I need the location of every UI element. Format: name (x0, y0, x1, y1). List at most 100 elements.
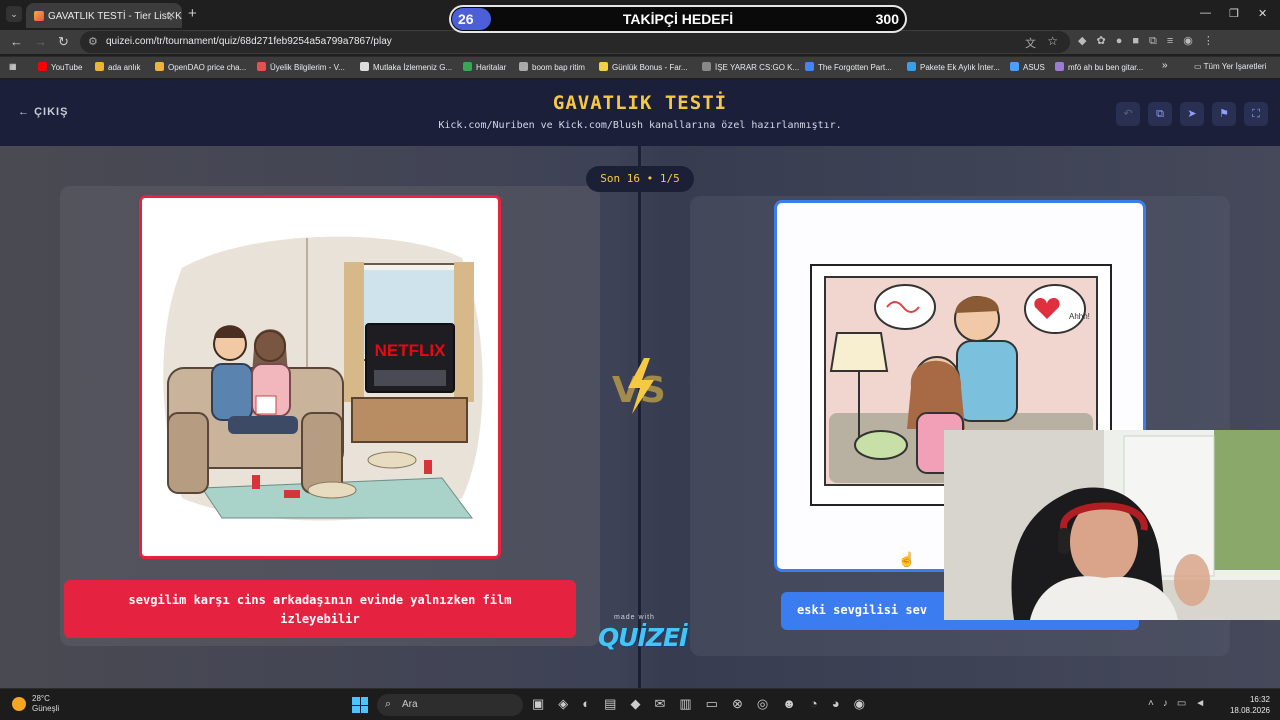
tab-search-icon[interactable]: ⌄ (6, 6, 22, 22)
address-bar[interactable]: ⚙ quizei.com/tr/tournament/quiz/68d271fe… (80, 31, 1070, 53)
speech-bubble-text: Ahhh! (1069, 312, 1090, 321)
chrome-icon[interactable]: ◎ (757, 696, 782, 711)
close-tab-icon[interactable]: ✕ (167, 9, 176, 22)
bookmark-item[interactable]: ASUS (1010, 62, 1045, 72)
bookmark-favicon-icon (463, 62, 472, 71)
bookmark-favicon-icon (1010, 62, 1019, 71)
steam-icon[interactable]: ◕ (832, 696, 854, 711)
bookmark-label: boom bap ritim (532, 63, 585, 72)
bookmark-favicon-icon (805, 62, 814, 71)
close-window-icon[interactable]: ✕ (1258, 7, 1267, 20)
puzzle-icon[interactable]: ⧉ (1149, 35, 1167, 47)
extension-icon[interactable]: ✿ (1096, 35, 1115, 47)
media-icon[interactable]: ≡ (1167, 35, 1183, 47)
mouse-cursor-icon: ☝ (898, 551, 916, 567)
back-icon[interactable]: ← (10, 34, 23, 49)
outlook-icon[interactable]: ✉ (654, 696, 679, 711)
bookmark-favicon-icon (257, 62, 266, 71)
extension-icon[interactable]: ■ (1132, 35, 1149, 47)
start-button[interactable] (352, 697, 368, 713)
bookmark-label: Haritalar (476, 63, 507, 72)
bookmark-item[interactable]: The Forgotten Part... (805, 62, 892, 72)
bookmark-item[interactable]: Üyelik Bilgilerim - V... (257, 62, 345, 72)
store-icon[interactable]: ▥ (679, 696, 705, 711)
left-option-card[interactable]: NETFLIX (139, 195, 501, 559)
maximize-icon[interactable]: ❐ (1229, 7, 1239, 20)
profile-icon[interactable]: ◉ (1183, 35, 1203, 47)
weather-widget[interactable]: 28°C Güneşli (12, 694, 59, 714)
bookmark-label: ASUS (1023, 63, 1045, 72)
search-placeholder: Ara (402, 699, 418, 710)
teams-icon[interactable]: ◆ (630, 696, 654, 711)
discord-icon[interactable]: ☻ (782, 696, 810, 711)
bookmark-favicon-icon (907, 62, 916, 71)
bookmark-item[interactable]: OpenDAO price cha... (155, 62, 246, 72)
minimize-icon[interactable]: — (1200, 7, 1211, 19)
goal-target: 300 (875, 11, 899, 27)
favicon-icon (34, 11, 44, 21)
bookmark-item[interactable]: Haritalar (463, 62, 506, 72)
task-view-icon[interactable]: ▣ (532, 696, 558, 711)
file-explorer-icon[interactable]: ▭ (706, 696, 732, 711)
bookmark-label: OpenDAO price cha... (168, 63, 247, 72)
bookmark-star-icon[interactable]: ☆ (1047, 34, 1058, 48)
quiz-subtitle: Kick.com/Nuriben ve Kick.com/Blush kanal… (438, 120, 842, 131)
bookmark-item[interactable]: Pakete Ek Aylık İnter... (907, 62, 1000, 72)
extension-icon[interactable]: ● (1116, 35, 1133, 47)
pinned-apps: ▣◈◐▤◆✉▥▭⊗◎☻◔◕◉ (532, 696, 879, 712)
round-indicator: Son 16 • 1/5 (586, 166, 694, 192)
bookmark-item[interactable]: İŞE YARAR CS:GO K... (702, 62, 799, 72)
left-option-caption[interactable]: sevgilim karşı cins arkadaşının evinde y… (64, 580, 576, 638)
bookmark-item[interactable]: YouTube (38, 62, 82, 72)
versus-icon: VS (612, 358, 666, 414)
new-tab-icon[interactable]: + (188, 5, 197, 22)
xbox-icon[interactable]: ⊗ (732, 696, 757, 711)
bookmark-item[interactable]: ada anlık (95, 62, 140, 72)
bookmark-item[interactable]: Günlük Bonus - Far... (599, 62, 688, 72)
made-with-label: made with (614, 614, 655, 621)
bookmark-label: ada anlık (108, 63, 141, 72)
bookmark-item[interactable]: mfö ah bu ben gitar... (1055, 62, 1143, 72)
site-info-icon[interactable]: ⚙ (88, 35, 98, 48)
copilot-icon[interactable]: ◈ (558, 696, 582, 711)
translate-icon[interactable]: 文 (1025, 35, 1036, 51)
taskbar-search[interactable]: ⌕ Ara (377, 694, 523, 716)
copy-button[interactable]: ⧉ (1148, 102, 1172, 126)
sun-icon (12, 697, 26, 711)
fullscreen-button[interactable]: ⛶ (1244, 102, 1268, 126)
whatsapp-icon[interactable]: ◔ (810, 696, 832, 711)
extension-icon[interactable]: ◆ (1078, 35, 1096, 47)
volume-icon[interactable]: ◄ (1195, 698, 1214, 709)
all-bookmarks-label: Tüm Yer İşaretleri (1203, 62, 1267, 71)
bookmarks-bar: ▦ YouTube ada anlık OpenDAO price cha...… (0, 56, 1280, 78)
bookmark-favicon-icon (1055, 62, 1064, 71)
more-bookmarks-icon[interactable]: » (1162, 60, 1168, 71)
bookmark-item[interactable]: Mutlaka İzlemeniz G... (360, 62, 452, 72)
obs-icon[interactable]: ◉ (854, 696, 879, 711)
tv-netflix-text: NETFLIX (375, 341, 446, 360)
system-clock[interactable]: 16:32 18.08.2026 (1226, 694, 1270, 716)
share-button[interactable]: ➤ (1180, 102, 1204, 126)
menu-icon[interactable]: ⋮ (1203, 35, 1224, 47)
undo-button[interactable]: ↶ (1116, 102, 1140, 126)
goal-label: TAKİPÇİ HEDEFİ (622, 11, 734, 27)
report-button[interactable]: ⚑ (1212, 102, 1236, 126)
flag-icon: ⚑ (1219, 108, 1229, 120)
reload-icon[interactable]: ↻ (58, 34, 69, 50)
forward-icon[interactable]: → (34, 34, 47, 49)
network-icon[interactable]: ▭ (1177, 698, 1195, 709)
microphone-icon[interactable]: ♪ (1163, 698, 1177, 709)
edge-icon[interactable]: ◐ (582, 696, 604, 711)
bookmark-favicon-icon (360, 62, 369, 71)
quizei-logo[interactable]: QUİZEİ (598, 623, 688, 652)
tab-title: GAVATLIK TESTİ - Tier List, Kör S (48, 11, 182, 22)
browser-tab[interactable]: GAVATLIK TESTİ - Tier List, Kör S ✕ (26, 3, 182, 28)
quiz-header: ← ÇIKIŞ GAVATLIK TESTİ Kick.com/Nuriben … (0, 80, 1280, 146)
apps-icon[interactable]: ▦ (9, 62, 17, 71)
weather-condition: Güneşli (32, 704, 60, 713)
bookmark-item[interactable]: boom bap ritim (519, 62, 585, 72)
bookmark-label: Günlük Bonus - Far... (612, 63, 688, 72)
tray-chevron-icon[interactable]: ˄ (1148, 698, 1163, 709)
all-bookmarks[interactable]: ▭ Tüm Yer İşaretleri (1194, 62, 1266, 71)
photos-icon[interactable]: ▤ (604, 696, 630, 711)
